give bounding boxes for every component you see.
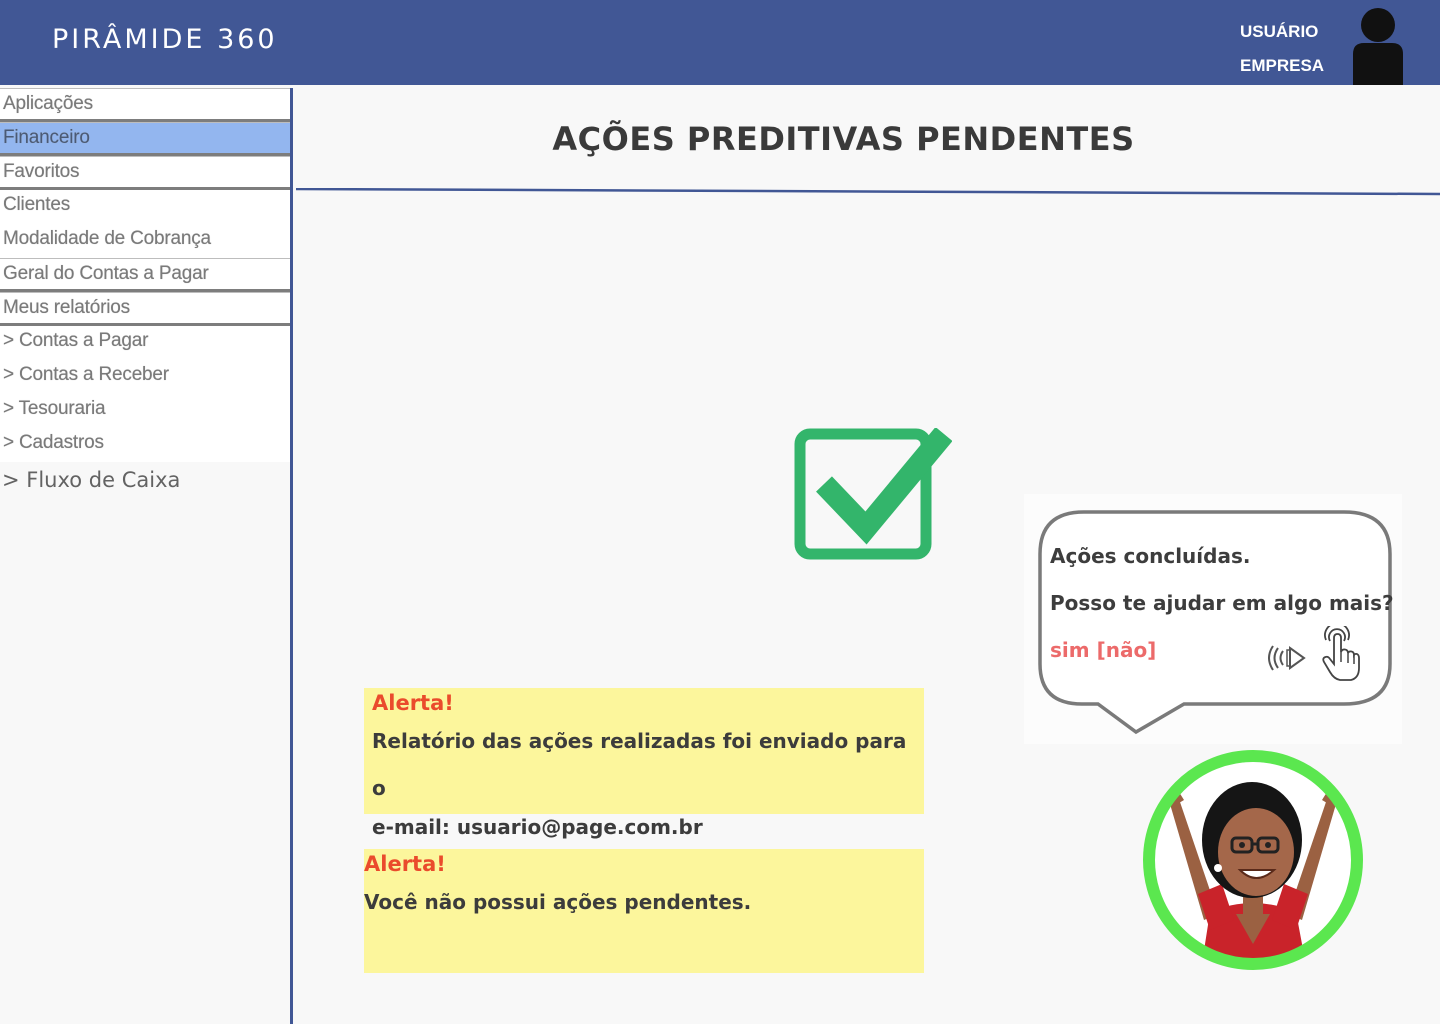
sidebar-item-contas-pagar[interactable]: > Contas a Pagar [0,326,292,360]
sidebar-divider [290,88,293,1024]
top-bar: PIRÂMIDE 360 USUÁRIO EMPRESA [0,0,1440,85]
check-icon [794,428,952,560]
alert-message-line: Você não possui ações pendentes. [364,890,752,914]
assistant-avatar-icon [1143,750,1363,970]
sidebar-item-fluxo-caixa[interactable]: > Fluxo de Caixa [2,468,180,492]
alert-heading: Alerta! [364,852,446,876]
alert-message-line: Relatório das ações realizadas foi envia… [372,729,907,800]
sidebar-item-tesouraria[interactable]: > Tesouraria [0,394,292,428]
page-title: AÇÕES PREDITIVAS PENDENTES [552,120,1135,158]
user-name: USUÁRIO [1240,22,1319,41]
title-divider [296,188,1440,196]
sidebar-item-aplicacoes[interactable]: Aplicações [0,88,292,122]
sidebar-item-cadastros[interactable]: > Cadastros [0,428,292,462]
sidebar-item-geral-contas-pagar[interactable]: Geral do Contas a Pagar [0,258,292,292]
speech-bubble [1038,510,1392,735]
alert-message-email: e-mail: usuario@page.com.br [372,815,703,839]
speaker-icon[interactable] [1268,636,1312,680]
assistant-message: Ações concluídas. [1050,544,1251,568]
sidebar-item-modalidade-cobranca[interactable]: Modalidade de Cobrança [0,224,292,258]
user-silhouette-icon[interactable] [1352,8,1404,85]
company-name: EMPRESA [1240,56,1325,75]
sidebar-item-clientes[interactable]: Clientes [0,190,292,224]
sidebar-item-favoritos[interactable]: Favoritos [0,156,292,190]
alert-heading: Alerta! [372,691,454,715]
assistant-question: Posso te ajudar em algo mais? [1050,591,1394,615]
sidebar: Aplicações Financeiro Favoritos Clientes… [0,88,292,1024]
assistant-options[interactable]: sim [não] [1050,638,1156,662]
sidebar-menu: Aplicações Financeiro Favoritos Clientes… [0,88,292,462]
alert-box-no-pending: Alerta! Você não possui ações pendentes. [364,849,924,973]
touch-icon[interactable] [1318,626,1360,682]
sidebar-item-contas-receber[interactable]: > Contas a Receber [0,360,292,394]
sidebar-item-financeiro[interactable]: Financeiro [0,122,292,156]
alert-box-report: Alerta! Relatório das ações realizadas f… [364,688,924,839]
app-title: PIRÂMIDE 360 [52,24,278,55]
sidebar-item-meus-relatorios[interactable]: Meus relatórios [0,292,292,326]
user-info[interactable]: USUÁRIO EMPRESA [1240,20,1324,88]
